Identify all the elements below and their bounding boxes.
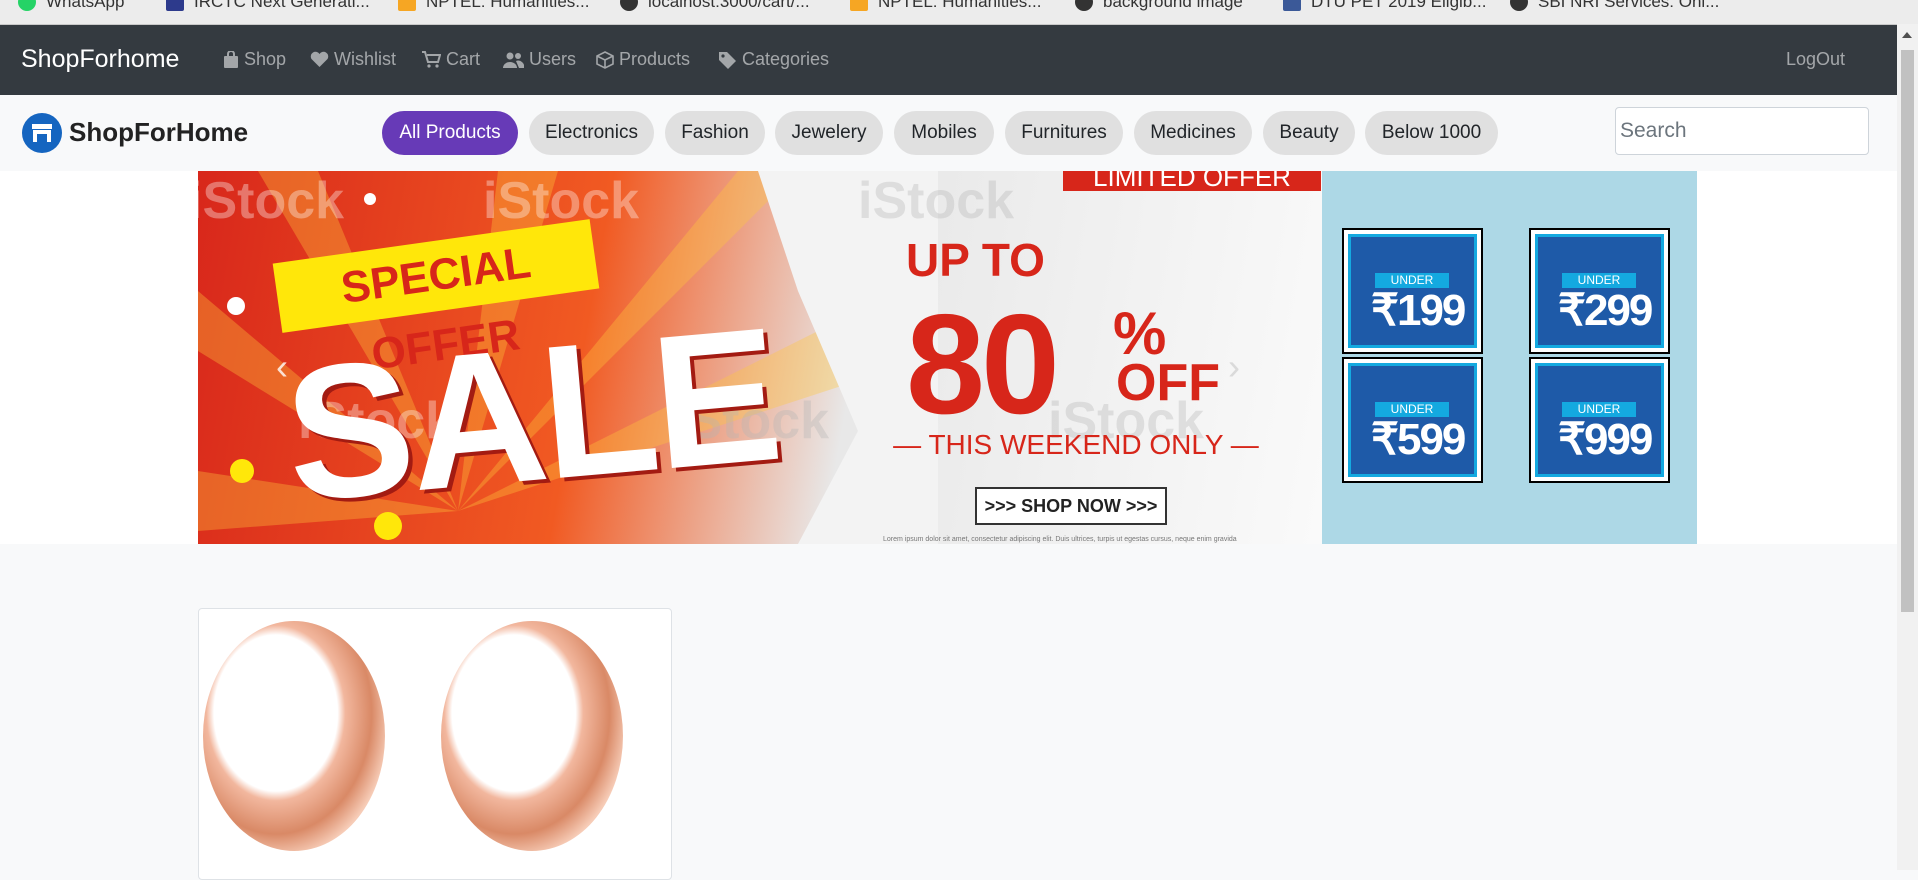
carousel-next-icon[interactable]: › xyxy=(1228,346,1240,388)
price-value: ₹199 xyxy=(1371,286,1466,335)
page-scrollbar[interactable] xyxy=(1897,24,1918,870)
category-bar: ShopForHome All Products Electronics Fas… xyxy=(0,95,1897,171)
bag-icon xyxy=(224,51,238,68)
product-image xyxy=(441,621,623,851)
logout-link[interactable]: LogOut xyxy=(1786,49,1845,70)
nptel-icon xyxy=(850,0,868,11)
dtu-icon xyxy=(1283,0,1301,11)
top-navbar: ShopForhome Shop Wishlist Cart Users Pro… xyxy=(0,25,1897,95)
category-pill-jewelery[interactable]: Jewelery xyxy=(775,111,883,155)
nav-users[interactable]: Users xyxy=(503,49,576,70)
store-logo-icon[interactable] xyxy=(22,113,62,153)
tag-icon xyxy=(719,51,736,69)
price-value: ₹599 xyxy=(1371,415,1466,464)
price-tile-199[interactable]: UNDER ₹199 xyxy=(1342,228,1483,354)
storefront-icon xyxy=(32,124,52,142)
category-pill-medicines[interactable]: Medicines xyxy=(1134,111,1252,155)
watermark-text: iStock xyxy=(858,172,1015,230)
nav-products[interactable]: Products xyxy=(596,49,690,70)
search-input[interactable] xyxy=(1615,107,1869,155)
cart-icon xyxy=(422,51,441,68)
category-pill-furnitures[interactable]: Furnitures xyxy=(1005,111,1123,155)
category-pill-below-1000[interactable]: Below 1000 xyxy=(1365,111,1498,155)
price-value: ₹299 xyxy=(1558,286,1653,335)
category-pill-fashion[interactable]: Fashion xyxy=(665,111,765,155)
off-label: OFF xyxy=(1116,354,1220,412)
discount-value: 80 xyxy=(906,285,1060,444)
price-tile-999[interactable]: UNDER ₹999 xyxy=(1529,357,1670,483)
price-value: ₹999 xyxy=(1558,415,1653,464)
scrollbar-thumb[interactable] xyxy=(1901,50,1914,612)
bookmark-item[interactable]: background image xyxy=(1075,0,1243,12)
fine-print: Lorem ipsum dolor sit amet, consectetur … xyxy=(883,536,1237,543)
price-tile-599[interactable]: UNDER ₹599 xyxy=(1342,357,1483,483)
nptel-icon xyxy=(398,0,416,11)
bookmarks-bar: WhatsApp IRCTC Next Generati... NPTEL: H… xyxy=(0,0,1918,25)
weekend-only-label: — THIS WEEKEND ONLY — xyxy=(893,429,1259,460)
users-icon xyxy=(503,52,524,68)
price-tile-inner: UNDER ₹199 xyxy=(1348,234,1477,348)
nav-shop[interactable]: Shop xyxy=(223,49,286,70)
whatsapp-icon xyxy=(18,0,36,11)
bookmark-item[interactable]: IRCTC Next Generati... xyxy=(166,0,370,12)
category-pill-electronics[interactable]: Electronics xyxy=(529,111,654,155)
scroll-up-icon[interactable] xyxy=(1902,32,1912,38)
nav-wishlist[interactable]: Wishlist xyxy=(310,49,396,70)
bookmark-item[interactable]: NPTEL: Humanities... xyxy=(850,0,1041,12)
category-pill-all-products[interactable]: All Products xyxy=(382,111,518,155)
sale-headline: SALE xyxy=(277,288,786,542)
limited-offer-label: LIMITED OFFER xyxy=(1063,171,1321,192)
product-image xyxy=(203,621,385,851)
globe-icon xyxy=(1075,0,1093,11)
watermark-text: iStock xyxy=(198,172,345,230)
box-icon xyxy=(596,50,614,69)
carousel-prev-icon[interactable]: ‹ xyxy=(276,346,288,388)
globe-icon xyxy=(620,0,638,11)
nav-cart[interactable]: Cart xyxy=(422,49,480,70)
store-name[interactable]: ShopForHome xyxy=(69,117,248,148)
price-range-panel: UNDER ₹199 UNDER ₹299 UNDER ₹599 UNDER ₹… xyxy=(1322,171,1697,544)
sale-banner-carousel[interactable]: iStock iStock iStock iStock iStock iStoc… xyxy=(198,171,1322,544)
bookmark-item[interactable]: DTU PET 2019 Eligib... xyxy=(1283,0,1486,12)
bookmark-item[interactable]: NPTEL: Humanities... xyxy=(398,0,589,12)
price-tile-inner: UNDER ₹299 xyxy=(1535,234,1664,348)
category-pill-mobiles[interactable]: Mobiles xyxy=(894,111,994,155)
price-tile-inner: UNDER ₹599 xyxy=(1348,363,1477,477)
price-tile-299[interactable]: UNDER ₹299 xyxy=(1529,228,1670,354)
bookmark-item[interactable]: localhost:3000/cart/... xyxy=(620,0,810,12)
product-card[interactable] xyxy=(198,608,672,880)
bookmark-item[interactable]: SBI NRI Services: Onl... xyxy=(1510,0,1719,12)
category-pill-beauty[interactable]: Beauty xyxy=(1263,111,1355,155)
bookmark-item[interactable]: WhatsApp xyxy=(18,0,124,12)
globe-icon xyxy=(1510,0,1528,11)
shop-now-button[interactable]: >>> SHOP NOW >>> xyxy=(975,487,1167,525)
price-tile-inner: UNDER ₹999 xyxy=(1535,363,1664,477)
brand-link[interactable]: ShopForhome xyxy=(21,45,179,74)
irctc-icon xyxy=(166,0,184,11)
up-to-label: UP TO xyxy=(906,234,1045,286)
heart-icon xyxy=(310,51,329,67)
nav-categories[interactable]: Categories xyxy=(718,49,829,70)
